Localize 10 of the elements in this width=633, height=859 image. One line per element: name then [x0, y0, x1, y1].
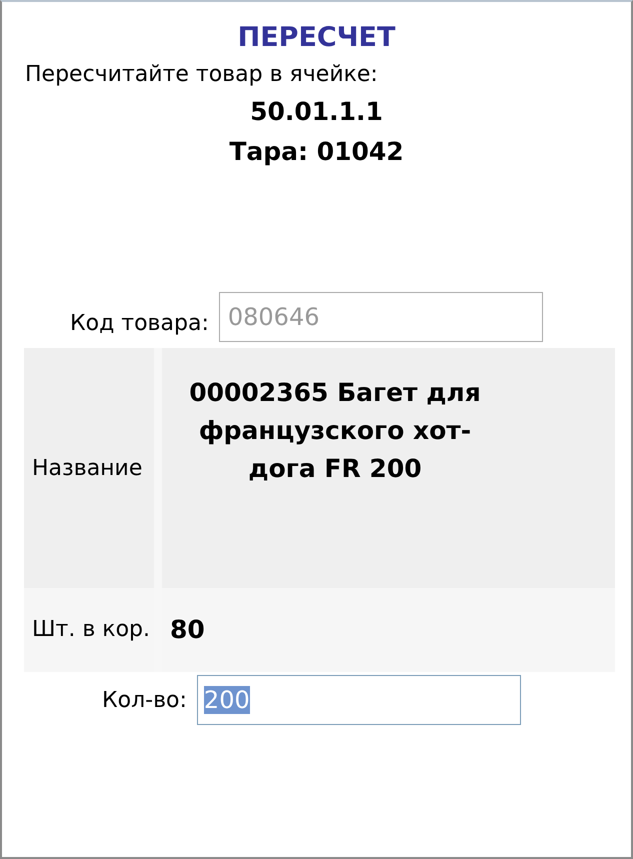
screen-title: ПЕРЕСЧЕТ [236, 21, 396, 55]
table-cell: Шт. в кор. [24, 588, 162, 672]
field-label: Код товара: [70, 310, 209, 336]
prompt-text: Пересчитайте товар в ячейке: [24, 61, 379, 89]
cell-address: 50.01.1.1 [250, 97, 383, 126]
table-cell-text: 80 [170, 614, 205, 646]
table-cell-text: 00002365 Багет для французского хот-дога FR 200 [188, 377, 482, 485]
container-text: Тара: 01042 [229, 137, 404, 166]
field-label: Кол-во: [102, 688, 187, 712]
input-field[interactable]: 200 [196, 675, 521, 725]
